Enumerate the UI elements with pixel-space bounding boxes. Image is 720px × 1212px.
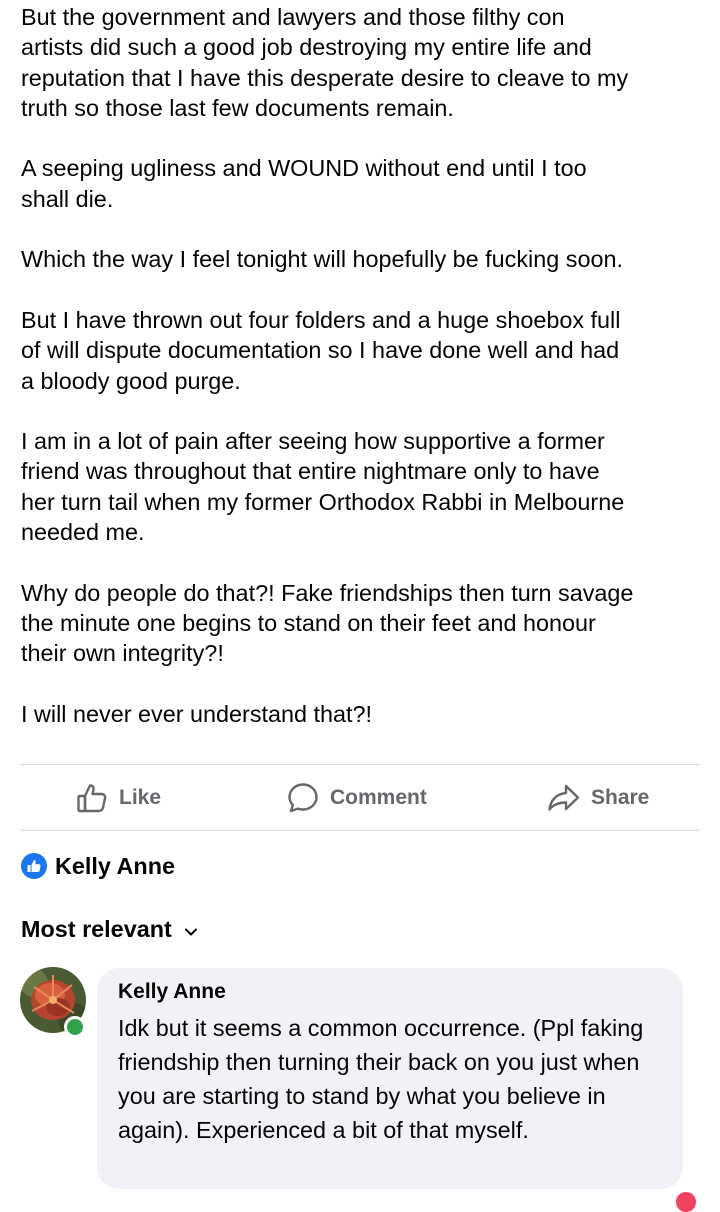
post-paragraph: I will never ever understand that?! (21, 700, 373, 727)
post-body: But the government and lawyers and those… (21, 2, 711, 729)
thumbs-up-icon (75, 781, 109, 815)
reactions-summary[interactable]: Kelly Anne (21, 850, 175, 882)
share-label: Share (591, 786, 650, 809)
post-paragraph: Why do people do that?! Fake friendships… (21, 579, 634, 667)
action-bar-top-divider (20, 764, 700, 765)
speech-bubble-icon (286, 781, 320, 815)
comment-label: Comment (330, 786, 427, 809)
comment-bubble: Kelly Anne Idk but it seems a common occ… (97, 968, 683, 1189)
sort-label: Most relevant (21, 915, 172, 942)
like-button[interactable]: Like (75, 780, 161, 816)
post-paragraph: I am in a lot of pain after seeing how s… (21, 428, 625, 546)
reaction-indicator (676, 1192, 696, 1212)
chevron-down-icon (172, 916, 198, 943)
post-paragraph: But the government and lawyers and those… (21, 4, 629, 121)
comment-sort-dropdown[interactable]: Most relevant (21, 912, 198, 946)
post-action-bar: Like Comment Share (0, 766, 720, 830)
like-reaction-icon (21, 853, 47, 879)
share-button[interactable]: Share (547, 780, 649, 816)
like-label: Like (119, 786, 162, 809)
post-paragraph: But I have thrown out four folders and a… (21, 306, 621, 394)
post-paragraph: Which the way I feel tonight will hopefu… (21, 246, 623, 273)
share-arrow-icon (547, 781, 581, 815)
action-bar-bottom-divider (20, 830, 700, 831)
comment-button[interactable]: Comment (286, 780, 427, 816)
comment-author[interactable]: Kelly Anne (118, 980, 226, 1004)
reactor-name: Kelly Anne (55, 852, 176, 879)
post-paragraph: A seeping ugliness and WOUND without end… (21, 155, 587, 212)
online-status-dot (64, 1016, 86, 1038)
comment-text: Idk but it seems a common occurrence. (P… (118, 1015, 644, 1143)
